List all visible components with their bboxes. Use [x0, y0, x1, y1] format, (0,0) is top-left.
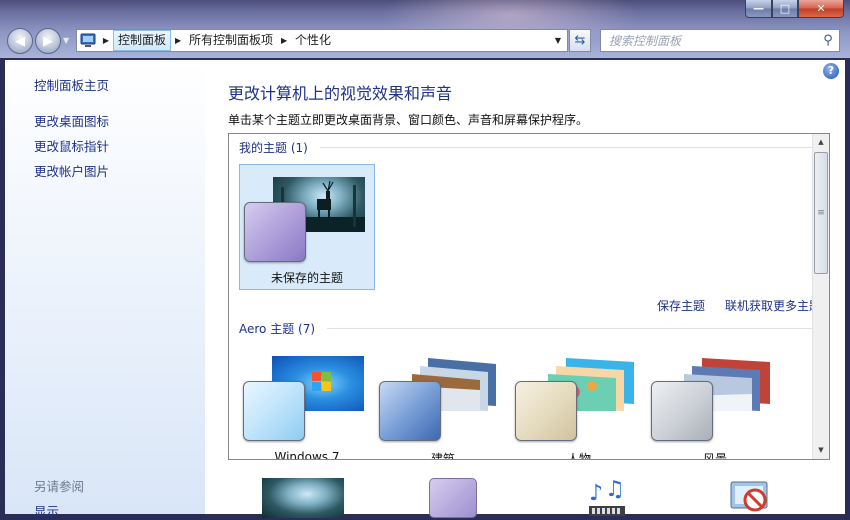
theme-gallery[interactable]: 我的主题 (1) 未保存的主题 保存主题 联机获取更多主题 Aero 主题 (7…	[228, 133, 830, 460]
breadcrumb-control-panel[interactable]: 控制面板	[113, 30, 172, 51]
scroll-up-icon[interactable]: ▲	[813, 134, 829, 151]
theme-label: 人物	[566, 452, 591, 460]
scrollbar-thumb[interactable]: ≡	[814, 152, 828, 274]
screen-saver-icon[interactable]	[727, 478, 779, 518]
group-divider	[319, 147, 815, 148]
sidebar-item-display[interactable]: 显示	[34, 501, 59, 520]
page-title: 更改计算机上的视觉效果和声音	[228, 84, 453, 103]
svg-text:♫: ♫	[605, 478, 625, 502]
window-color-icon[interactable]	[429, 478, 477, 518]
theme-characters[interactable]: 人物	[511, 344, 647, 460]
search-box[interactable]: 搜索控制面板 ⚲	[600, 29, 840, 52]
theme-color-swatch	[243, 381, 305, 441]
group-header-my-themes: 我的主题 (1)	[239, 139, 815, 156]
theme-color-swatch	[651, 381, 713, 441]
sounds-icon[interactable]: ♪ ♫	[583, 478, 631, 518]
theme-label: 风景	[702, 452, 727, 460]
theme-label: Windows 7	[274, 450, 340, 460]
group-header-label: Aero 主题 (7)	[239, 322, 316, 336]
theme-color-swatch	[244, 202, 306, 262]
caption-buttons: — □ ✕	[745, 0, 844, 18]
group-header-label: 我的主题 (1)	[239, 141, 308, 155]
address-bar[interactable]: ▶ 控制面板 ▶ 所有控制面板项 ▶ 个性化 ▼	[76, 29, 568, 52]
recent-pages-dropdown-icon[interactable]: ▼	[63, 36, 69, 45]
breadcrumb-separator-icon[interactable]: ▶	[99, 36, 113, 45]
minimize-button[interactable]: —	[745, 0, 772, 18]
theme-windows-7[interactable]: Windows 7	[239, 344, 375, 460]
sidebar-item-desktop-icons[interactable]: 更改桌面图标	[34, 111, 109, 130]
get-more-themes-link[interactable]: 联机获取更多主题	[725, 297, 821, 314]
address-dropdown-icon[interactable]: ▼	[549, 36, 567, 45]
theme-architecture[interactable]: 建筑	[375, 344, 511, 460]
sidebar-item-account-picture[interactable]: 更改帐户图片	[34, 161, 109, 180]
theme-color-swatch	[515, 381, 577, 441]
vertical-scrollbar[interactable]: ▲ ≡ ▼	[812, 134, 829, 459]
desktop-background-icon[interactable]	[262, 478, 344, 518]
see-also-heading: 另请参阅	[34, 479, 85, 494]
sidebar: 控制面板主页 更改桌面图标 更改鼠标指针 更改帐户图片 另请参阅 显示	[5, 60, 205, 519]
page-subtitle: 单击某个主题立即更改桌面背景、窗口颜色、声音和屏幕保护程序。	[228, 113, 589, 127]
theme-landscapes[interactable]: 风景	[647, 344, 783, 460]
theme-links: 保存主题 联机获取更多主题	[657, 297, 821, 314]
settings-icon-row: ♪ ♫	[205, 478, 845, 518]
help-icon[interactable]: ?	[823, 63, 839, 79]
refresh-button[interactable]: ⇆	[569, 29, 591, 52]
main-content: ? 更改计算机上的视觉效果和声音 单击某个主题立即更改桌面背景、窗口颜色、声音和…	[205, 60, 845, 518]
forward-button[interactable]: ▶	[35, 28, 61, 54]
control-panel-icon	[77, 30, 99, 51]
back-button[interactable]: ◀	[7, 28, 33, 54]
search-input[interactable]: 搜索控制面板	[609, 32, 817, 49]
group-header-aero-themes: Aero 主题 (7)	[239, 320, 813, 337]
theme-color-swatch	[379, 381, 441, 441]
sidebar-item-mouse-pointers[interactable]: 更改鼠标指针	[34, 136, 109, 155]
theme-label: 建筑	[430, 452, 455, 460]
breadcrumb-all-items[interactable]: 所有控制面板项	[185, 30, 277, 51]
sidebar-item-control-panel-home[interactable]: 控制面板主页	[34, 75, 109, 94]
theme-label: 未保存的主题	[270, 271, 343, 285]
breadcrumb-separator-icon[interactable]: ▶	[277, 36, 291, 45]
breadcrumb-separator-icon[interactable]: ▶	[171, 36, 185, 45]
breadcrumb-personalization[interactable]: 个性化	[291, 30, 335, 51]
search-icon[interactable]: ⚲	[817, 33, 839, 48]
refresh-icon: ⇆	[574, 33, 586, 48]
group-divider	[327, 328, 813, 329]
close-button[interactable]: ✕	[798, 0, 844, 18]
svg-text:♪: ♪	[589, 481, 603, 506]
save-theme-link[interactable]: 保存主题	[657, 297, 705, 314]
theme-unsaved[interactable]: 未保存的主题	[239, 164, 375, 290]
scroll-down-icon[interactable]: ▼	[813, 442, 829, 459]
maximize-button[interactable]: □	[772, 0, 798, 18]
